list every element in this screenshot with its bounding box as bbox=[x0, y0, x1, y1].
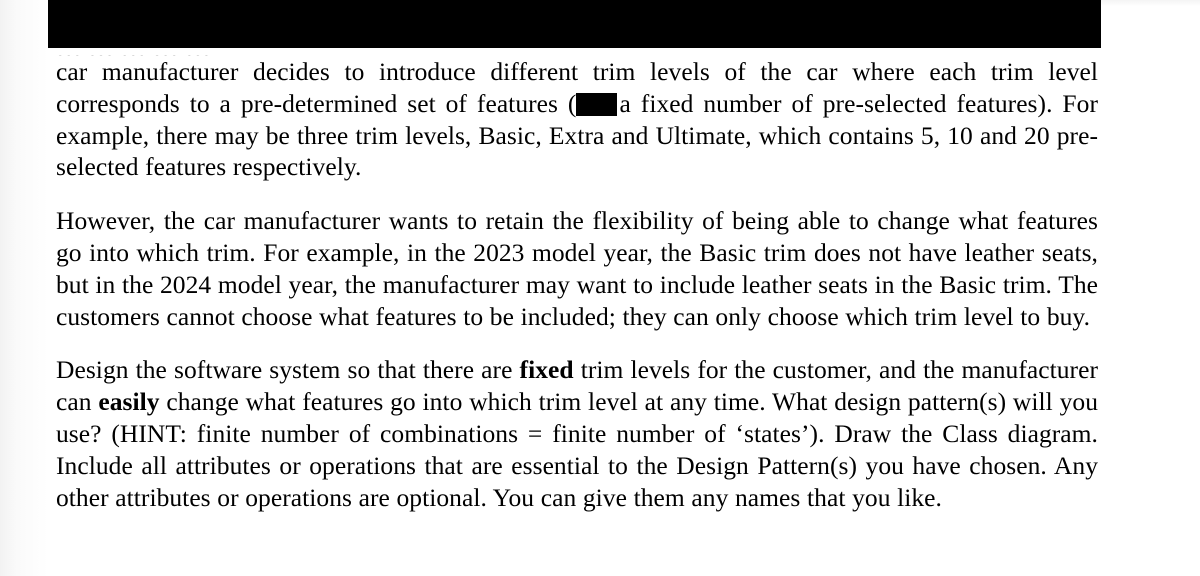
emphasis-easily: easily bbox=[98, 387, 160, 417]
paragraph-3-part-1: Design the software system so that there… bbox=[56, 355, 520, 385]
paragraph-3-part-3: change what features go into which trim … bbox=[56, 387, 1098, 512]
paragraph-3: Design the software system so that there… bbox=[56, 354, 1098, 513]
paragraph-2: However, the car manufacturer wants to r… bbox=[56, 205, 1098, 332]
emphasis-fixed: fixed bbox=[519, 355, 574, 385]
question-body: car manufacturer decides to introduce di… bbox=[56, 56, 1098, 513]
document-page: … … … … … car manufacturer decides to in… bbox=[0, 0, 1200, 576]
paragraph-1: car manufacturer decides to introduce di… bbox=[56, 56, 1098, 183]
top-redaction-bar bbox=[48, 0, 1101, 48]
inline-redaction-block bbox=[576, 92, 618, 116]
scan-edge-shading-left bbox=[0, 0, 48, 576]
paragraph-2-text: However, the car manufacturer wants to r… bbox=[56, 206, 1098, 331]
